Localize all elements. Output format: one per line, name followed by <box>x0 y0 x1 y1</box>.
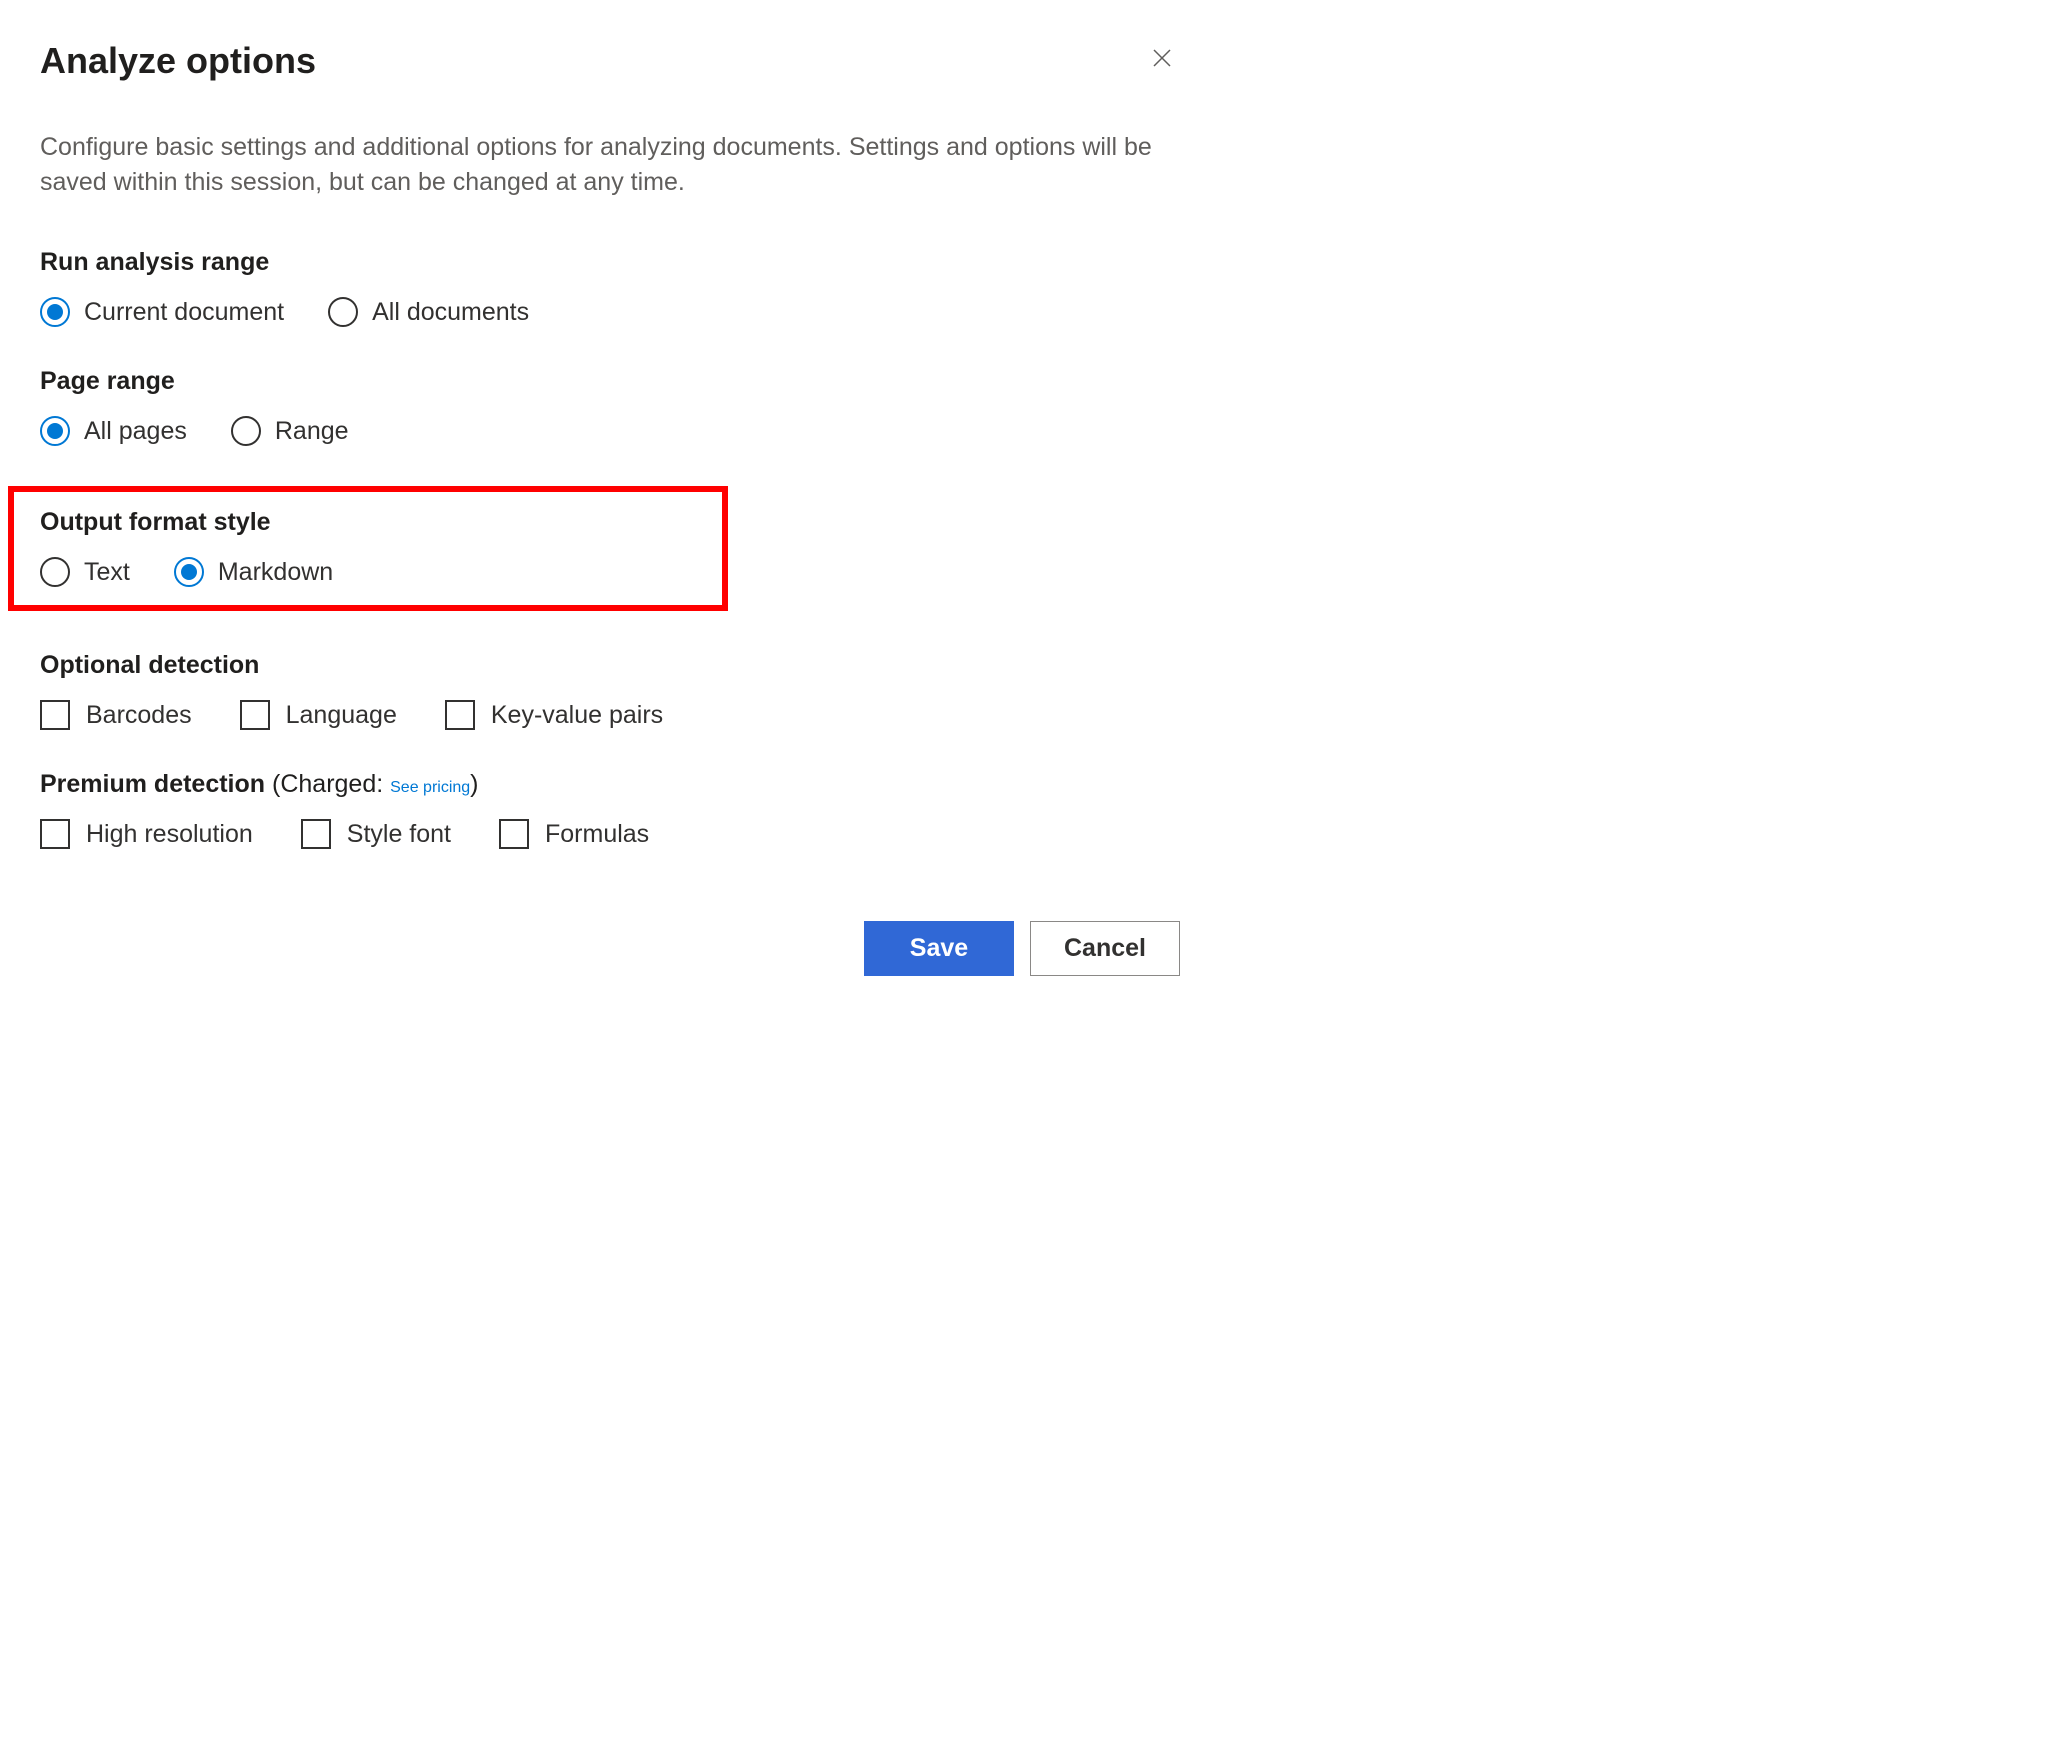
premium-detection-label: Premium detection <box>40 770 265 798</box>
dialog-button-row: Save Cancel <box>40 921 1180 976</box>
optional-detection-label: Optional detection <box>40 651 1180 680</box>
radio-icon <box>328 297 358 327</box>
radio-current-document[interactable]: Current document <box>40 297 284 327</box>
radio-label: Current document <box>84 298 284 327</box>
analysis-range-label: Run analysis range <box>40 248 1180 277</box>
analysis-range-radio-group: Current document All documents <box>40 297 1180 327</box>
radio-icon <box>231 416 261 446</box>
premium-detection-checkbox-group: High resolution Style font Formulas <box>40 819 1180 849</box>
radio-label: All pages <box>84 417 187 446</box>
output-format-section-highlighted: Output format style Text Markdown <box>8 486 728 611</box>
optional-detection-checkbox-group: Barcodes Language Key-value pairs <box>40 700 1180 730</box>
checkbox-label: Barcodes <box>86 701 192 730</box>
checkbox-language[interactable]: Language <box>240 700 397 730</box>
checkbox-barcodes[interactable]: Barcodes <box>40 700 192 730</box>
analyze-options-dialog: Analyze options Configure basic settings… <box>40 40 1180 976</box>
checkbox-label: Formulas <box>545 820 649 849</box>
checkbox-high-resolution[interactable]: High resolution <box>40 819 253 849</box>
radio-label: All documents <box>372 298 529 327</box>
charged-suffix: ) <box>470 770 478 798</box>
output-format-radio-group: Text Markdown <box>40 557 714 587</box>
page-range-label: Page range <box>40 367 1180 396</box>
radio-label: Range <box>275 417 349 446</box>
cancel-button[interactable]: Cancel <box>1030 921 1180 976</box>
radio-range[interactable]: Range <box>231 416 349 446</box>
dialog-title: Analyze options <box>40 40 316 82</box>
checkbox-key-value-pairs[interactable]: Key-value pairs <box>445 700 663 730</box>
dialog-header: Analyze options <box>40 40 1180 82</box>
checkbox-formulas[interactable]: Formulas <box>499 819 649 849</box>
checkbox-style-font[interactable]: Style font <box>301 819 451 849</box>
page-range-radio-group: All pages Range <box>40 416 1180 446</box>
checkbox-icon <box>445 700 475 730</box>
checkbox-label: Style font <box>347 820 451 849</box>
page-range-section: Page range All pages Range <box>40 367 1180 446</box>
checkbox-icon <box>40 819 70 849</box>
dialog-description: Configure basic settings and additional … <box>40 130 1180 200</box>
premium-detection-section: Premium detection (Charged: See pricing)… <box>40 770 1180 849</box>
analysis-range-section: Run analysis range Current document All … <box>40 248 1180 327</box>
close-button[interactable] <box>1144 40 1180 81</box>
radio-all-documents[interactable]: All documents <box>328 297 529 327</box>
save-button[interactable]: Save <box>864 921 1014 976</box>
checkbox-label: High resolution <box>86 820 253 849</box>
checkbox-icon <box>40 700 70 730</box>
checkbox-icon <box>499 819 529 849</box>
charged-prefix: (Charged: <box>265 770 390 798</box>
radio-label: Text <box>84 558 130 587</box>
output-format-label: Output format style <box>40 508 714 537</box>
checkbox-label: Key-value pairs <box>491 701 663 730</box>
radio-markdown[interactable]: Markdown <box>174 557 333 587</box>
radio-icon <box>40 416 70 446</box>
checkbox-icon <box>240 700 270 730</box>
premium-detection-header: Premium detection (Charged: See pricing) <box>40 770 1180 799</box>
radio-label: Markdown <box>218 558 333 587</box>
radio-icon <box>40 557 70 587</box>
radio-icon <box>174 557 204 587</box>
checkbox-icon <box>301 819 331 849</box>
close-icon <box>1152 47 1172 74</box>
see-pricing-link[interactable]: See pricing <box>390 779 470 796</box>
radio-all-pages[interactable]: All pages <box>40 416 187 446</box>
radio-text[interactable]: Text <box>40 557 130 587</box>
radio-icon <box>40 297 70 327</box>
optional-detection-section: Optional detection Barcodes Language Key… <box>40 651 1180 730</box>
checkbox-label: Language <box>286 701 397 730</box>
